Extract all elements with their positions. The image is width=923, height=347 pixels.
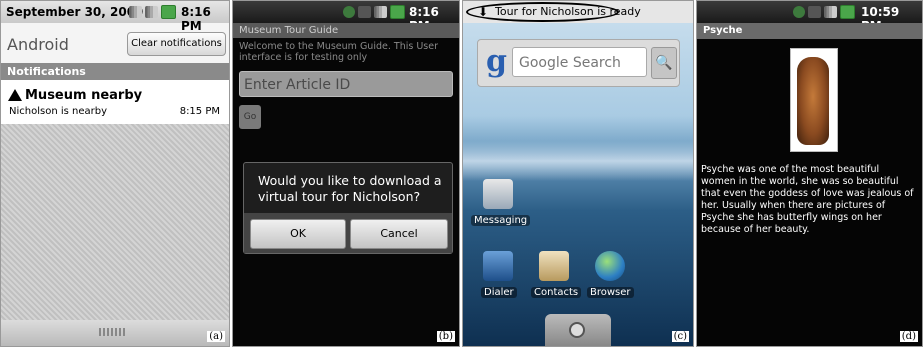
notification-title: Museum nearby bbox=[25, 88, 143, 103]
panel-a-notifications: September 30, 2009 8:16 PM Android Clear… bbox=[0, 0, 230, 347]
status-time: 8:16 PM bbox=[181, 5, 211, 33]
status-icons bbox=[129, 5, 176, 19]
notification-time: 8:15 PM bbox=[179, 106, 220, 117]
status-bar: 10:59 PM bbox=[697, 1, 922, 33]
ticker-text: Tour for Nicholson is ready bbox=[495, 5, 641, 18]
article-body: Psyche was one of the most beautiful wom… bbox=[701, 164, 914, 235]
search-icon: 🔍 bbox=[655, 55, 673, 71]
dialog-button-bar: OK Cancel bbox=[244, 213, 452, 253]
battery-icon bbox=[840, 5, 855, 19]
status-icons bbox=[793, 5, 855, 19]
go-button[interactable]: Go bbox=[239, 105, 261, 129]
clear-notifications-button[interactable]: Clear notifications bbox=[127, 32, 226, 56]
download-icon: ⬇ bbox=[478, 5, 489, 19]
panel-c-home-screen: ⬇ Tour for Nicholson is ready g Google S… bbox=[462, 0, 694, 347]
signal-icon bbox=[824, 6, 837, 18]
status-bar: 8:16 PM bbox=[233, 1, 459, 33]
artifact-image bbox=[790, 48, 838, 152]
drawer-icon bbox=[569, 322, 585, 338]
vase-picture bbox=[797, 57, 829, 145]
notification-ticker[interactable]: ⬇ Tour for Nicholson is ready bbox=[463, 1, 693, 23]
grip-icon bbox=[99, 328, 127, 336]
panel-d-article: 10:59 PM Psyche Psyche was one of the mo… bbox=[696, 0, 923, 347]
panel-label: (a) bbox=[207, 331, 225, 342]
signal-icon bbox=[129, 6, 142, 18]
notification-text: Nicholson is nearby bbox=[9, 106, 107, 117]
messaging-label: Messaging bbox=[471, 215, 531, 226]
download-dialog: Would you like to download a virtual tou… bbox=[243, 162, 453, 254]
empty-notification-area bbox=[1, 124, 229, 320]
wifi-icon bbox=[358, 6, 371, 18]
wifi-icon bbox=[808, 6, 821, 18]
ok-button[interactable]: OK bbox=[250, 219, 346, 249]
browser-label: Browser bbox=[587, 287, 634, 298]
app-name: Android bbox=[7, 35, 69, 54]
messaging-icon[interactable] bbox=[483, 179, 513, 209]
status-bar: September 30, 2009 8:16 PM bbox=[1, 1, 229, 33]
app-title: Museum Tour Guide bbox=[233, 23, 459, 38]
notifications-header: Notifications bbox=[1, 63, 229, 80]
article-title: Psyche bbox=[697, 23, 922, 39]
search-input[interactable]: Google Search bbox=[512, 47, 647, 77]
download-icon bbox=[793, 6, 805, 18]
cancel-button[interactable]: Cancel bbox=[350, 219, 448, 249]
google-search-widget: g Google Search 🔍 bbox=[477, 39, 680, 87]
dialer-label: Dialer bbox=[481, 287, 517, 298]
download-icon bbox=[343, 6, 355, 18]
app-drawer-handle[interactable] bbox=[545, 314, 611, 346]
dialog-message: Would you like to download a virtual tou… bbox=[258, 173, 442, 204]
dialer-icon[interactable] bbox=[483, 251, 513, 281]
shade-handle[interactable] bbox=[1, 320, 229, 346]
panel-label: (d) bbox=[899, 331, 918, 342]
warning-icon bbox=[8, 89, 22, 101]
search-button[interactable]: 🔍 bbox=[651, 47, 677, 79]
contacts-label: Contacts bbox=[531, 287, 582, 298]
signal-bars-icon bbox=[145, 6, 158, 18]
panel-label: (b) bbox=[436, 331, 455, 342]
status-icons bbox=[343, 5, 405, 19]
article-id-input[interactable]: Enter Article ID bbox=[239, 71, 453, 97]
panel-label: (c) bbox=[671, 331, 689, 342]
battery-icon bbox=[390, 5, 405, 19]
battery-icon bbox=[161, 5, 176, 19]
horizon-haze bbox=[463, 141, 693, 181]
panel-b-museum-app: 8:16 PM Museum Tour Guide Welcome to the… bbox=[232, 0, 460, 347]
status-date: September 30, 2009 bbox=[6, 5, 144, 19]
signal-icon bbox=[374, 6, 387, 18]
welcome-text: Welcome to the Museum Guide. This User i… bbox=[239, 41, 438, 63]
notification-item[interactable]: Museum nearby Nicholson is nearby 8:15 P… bbox=[1, 80, 229, 125]
contacts-icon[interactable] bbox=[539, 251, 569, 281]
google-logo-icon: g bbox=[486, 44, 507, 79]
browser-icon[interactable] bbox=[595, 251, 625, 281]
